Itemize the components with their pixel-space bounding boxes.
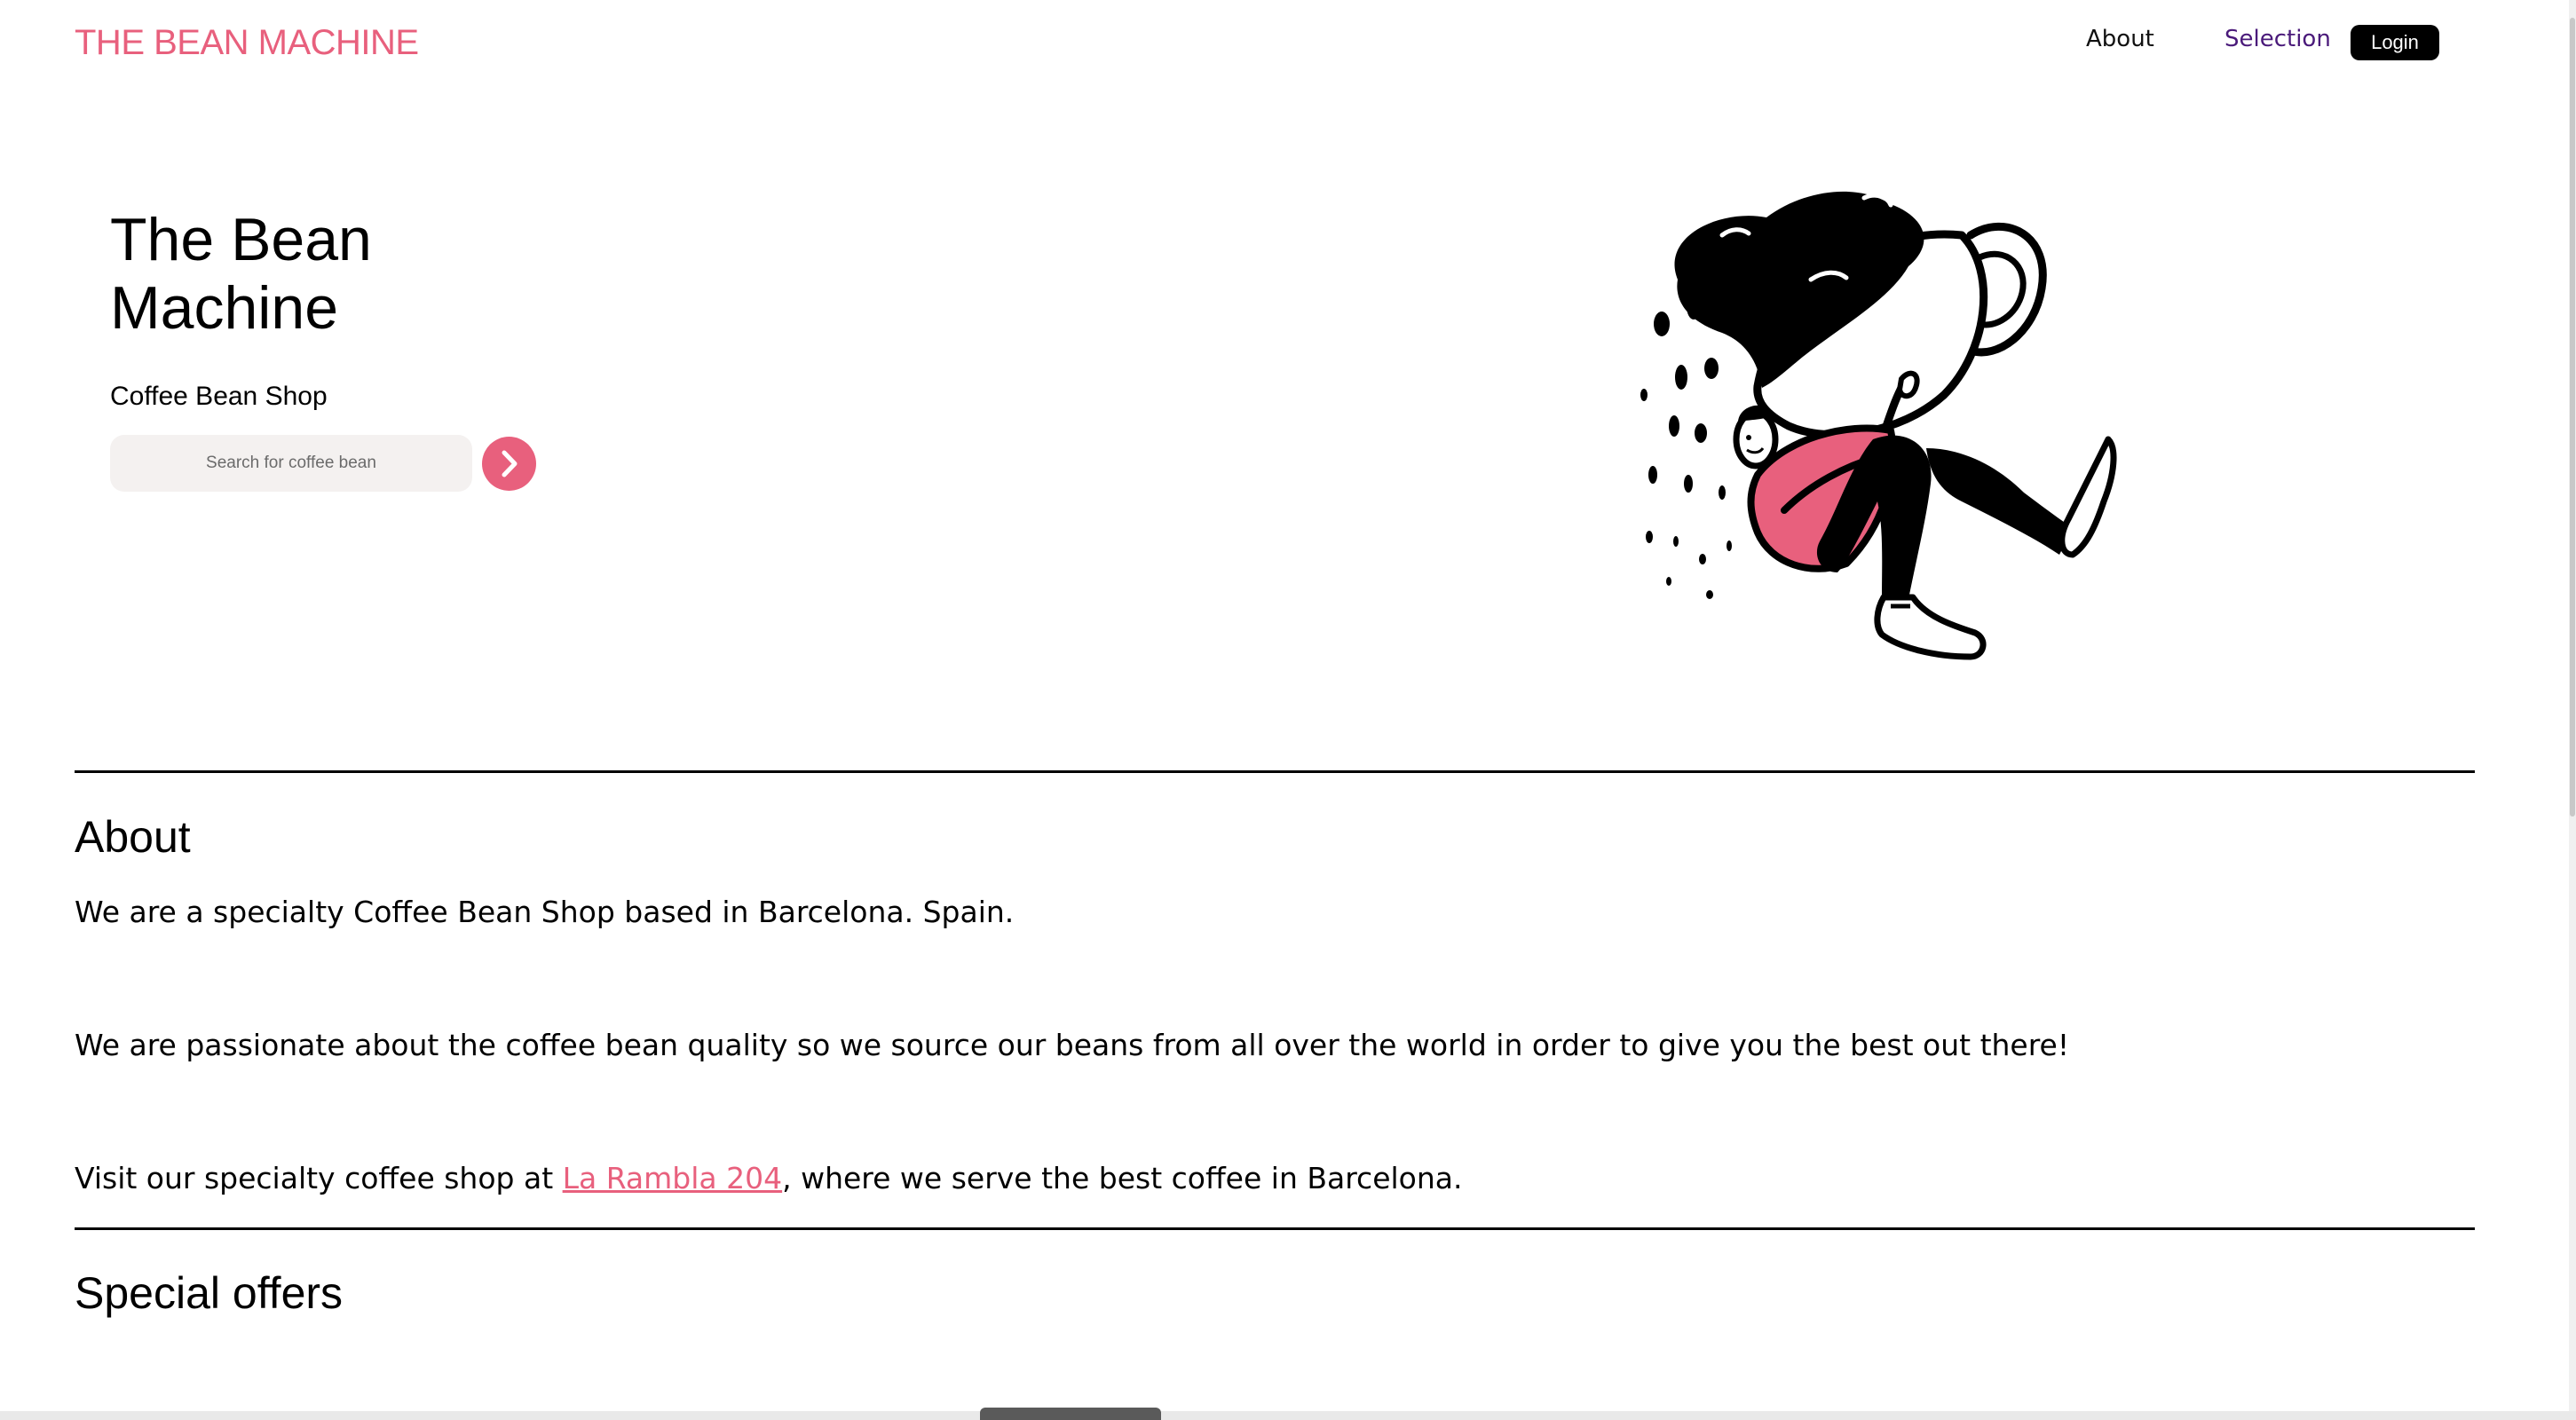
address-link[interactable]: La Rambla 204 [563,1161,782,1195]
site-logo[interactable]: THE BEAN MACHINE [75,23,419,63]
coffee-search-input[interactable] [110,435,472,492]
hero-title: The Bean Machine [110,206,372,342]
about-paragraph-sourcing: We are passionate about the coffee bean … [75,1028,2070,1062]
special-offers-heading: Special offers [75,1268,344,1318]
about-paragraph-visit: Visit our specialty coffee shop at La Ra… [75,1161,1463,1195]
login-button[interactable]: Login [2351,25,2439,60]
nav-link-selection[interactable]: Selection [2224,26,2331,52]
section-divider [75,1227,2475,1230]
visit-text-after: , where we serve the best coffee in Barc… [782,1161,1463,1195]
about-heading: About [75,812,191,862]
hero-subtitle: Coffee Bean Shop [110,382,328,411]
about-paragraph-location: We are a specialty Coffee Bean Shop base… [75,895,1015,929]
horizontal-scrollbar[interactable] [0,1411,2576,1420]
vertical-scrollbar-thumb[interactable] [2570,18,2575,816]
visit-text-before: Visit our specialty coffee shop at [75,1161,563,1195]
nav-link-about[interactable]: About [2086,26,2154,52]
chevron-right-icon [502,450,518,477]
section-divider [75,770,2475,773]
horizontal-scrollbar-thumb[interactable] [980,1408,1161,1420]
coffee-cup-person-illustration [1640,191,2117,660]
search-submit-button[interactable] [482,437,536,491]
